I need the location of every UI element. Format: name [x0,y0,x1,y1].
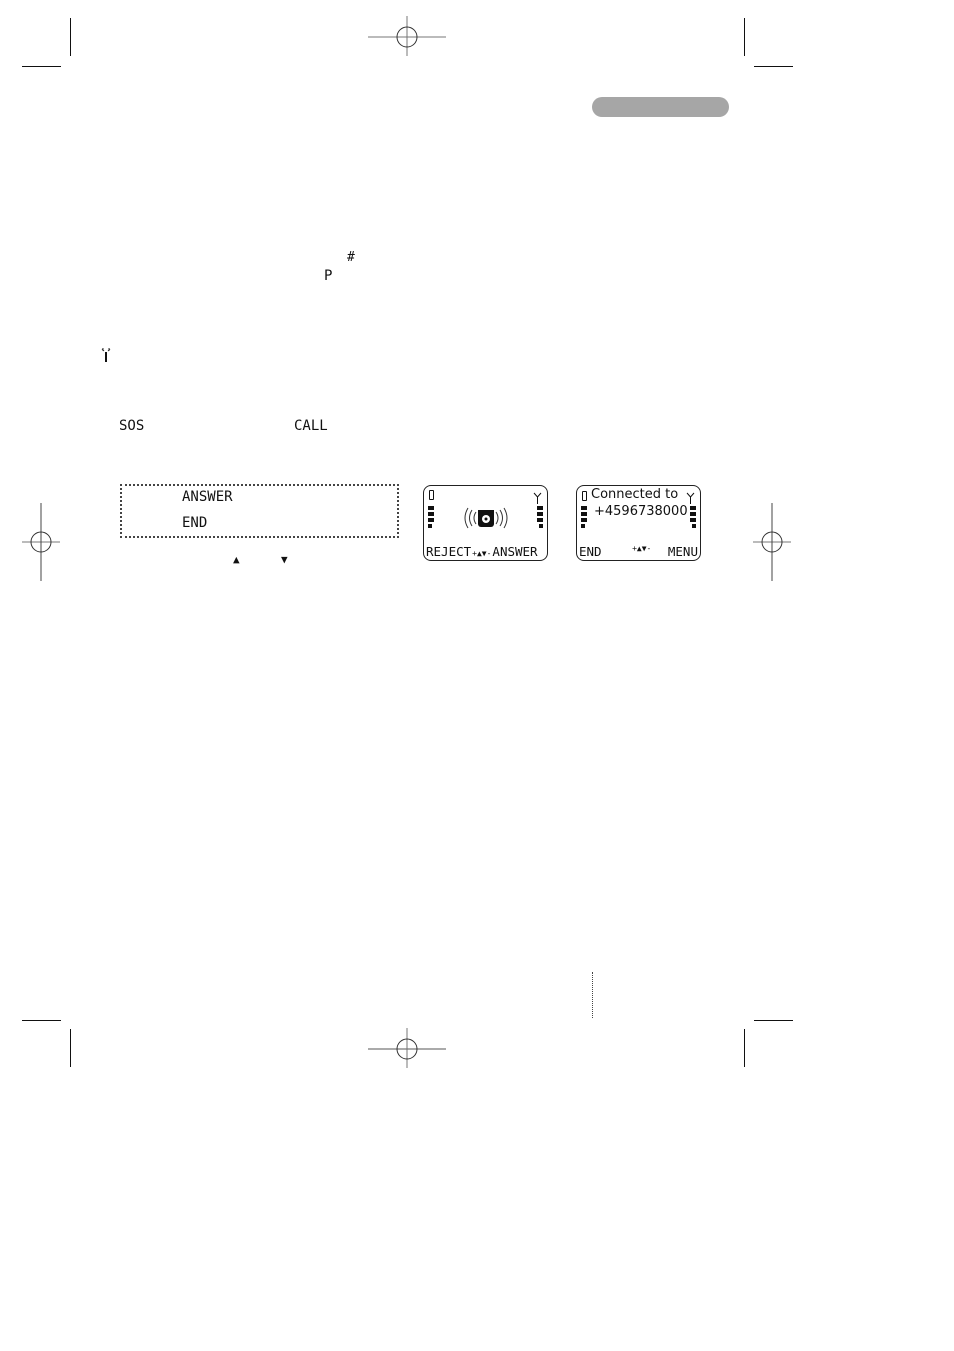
hash-key-symbol: # [347,250,355,265]
registration-mark-left [2,503,80,581]
menu-item-end[interactable]: END [182,515,207,531]
nav-down-arrow-icon: ▼ [281,553,288,566]
antenna-icon [101,347,111,362]
pause-key-symbol: P [324,268,333,284]
phone-number-text: +4596738000 [594,504,688,519]
registration-mark-right [733,503,811,581]
crop-mark [70,18,71,56]
crop-mark [754,66,793,67]
connected-to-text: Connected to [591,487,679,502]
menu-softkey[interactable]: MENU [668,544,698,559]
connected-call-screen: Connected to +4596738000 END +▲▼- MENU [576,485,701,561]
call-menu-box: ANSWER END [120,484,399,538]
battery-icon [582,491,587,501]
ringing-phone-icon [458,504,514,536]
nav-arrows-icon: +▲▼- [632,544,652,553]
sos-key-label: SOS [119,418,145,434]
end-softkey[interactable]: END [579,544,602,559]
crop-mark [22,66,61,67]
reject-softkey[interactable]: REJECT [426,544,471,559]
answer-softkey[interactable]: ANSWER [492,544,537,559]
registration-mark-bottom [368,1010,446,1088]
crop-mark [744,1029,745,1067]
call-key-label: CALL [294,418,328,434]
signal-level-bars [537,506,543,528]
crop-mark [70,1029,71,1067]
section-tab [592,97,729,117]
battery-level-bars [428,506,434,528]
crop-mark [22,1020,61,1021]
incoming-call-screen: REJECT+▲▼-ANSWER [423,485,548,561]
menu-item-answer[interactable]: ANSWER [182,489,233,505]
nav-up-arrow-icon: ▲ [233,553,240,566]
battery-icon [429,490,434,500]
battery-level-bars [581,506,587,528]
crop-mark [754,1020,793,1021]
nav-arrows-icon: +▲▼- [472,549,492,558]
signal-level-bars [690,506,696,528]
registration-mark-top [368,0,446,76]
crop-mark [744,18,745,56]
dotted-divider [592,972,593,1018]
